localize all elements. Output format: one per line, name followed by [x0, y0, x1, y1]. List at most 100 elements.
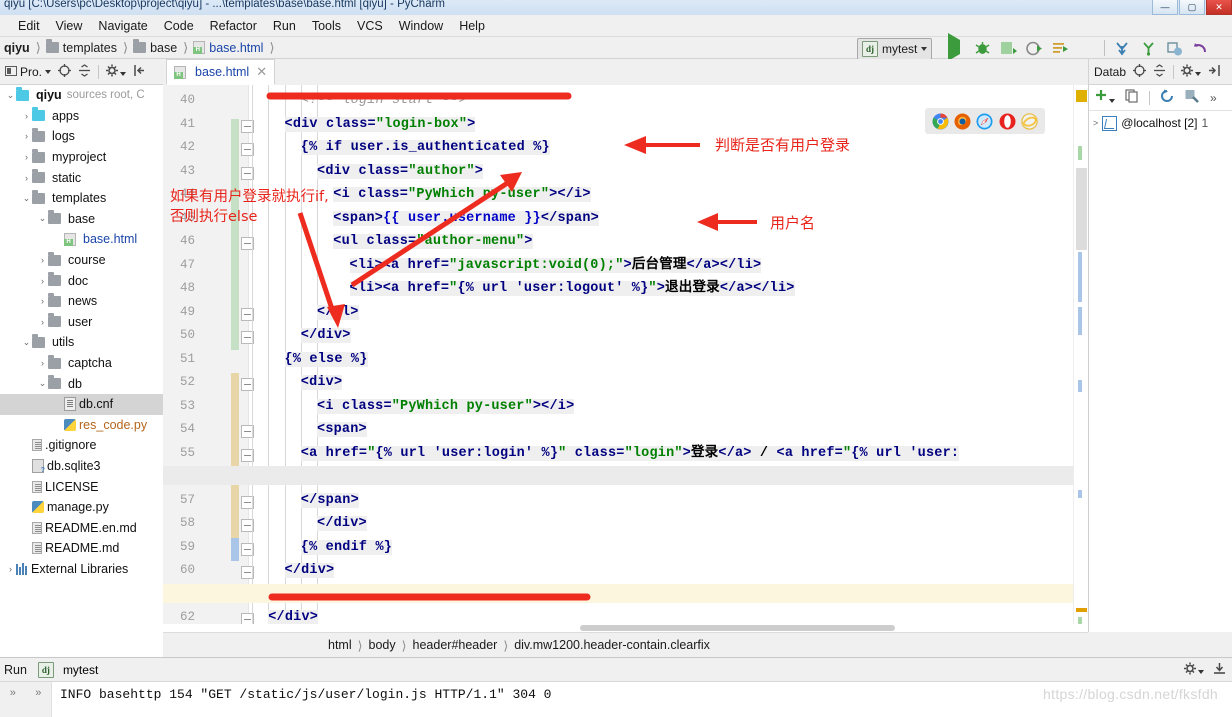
tree-item-apps[interactable]: › apps — [0, 106, 163, 127]
chevron-down-icon[interactable]: ⌄ — [37, 378, 48, 389]
vcs-history-icon[interactable] — [1166, 40, 1183, 57]
breadcrumb-item-templates[interactable]: templates ⟩ — [45, 39, 133, 56]
expand-right-icon[interactable]: » — [35, 687, 41, 699]
expand-arrow-icon[interactable]: > — [1093, 118, 1098, 128]
menu-vcs[interactable]: VCS — [349, 17, 391, 35]
database-tool-window[interactable]: » > @localhost [2] 1 — [1088, 85, 1232, 632]
run-configuration-selector[interactable]: dj mytest — [857, 38, 933, 60]
chrome-icon[interactable] — [932, 113, 949, 130]
vcs-commit-icon[interactable] — [1140, 40, 1157, 57]
rerun-icon[interactable] — [1052, 40, 1069, 57]
collapse-all-icon[interactable] — [1153, 63, 1166, 80]
chevron-right-icon[interactable]: › — [21, 111, 32, 121]
firefox-icon[interactable] — [954, 113, 971, 130]
chevron-right-icon[interactable]: › — [37, 358, 48, 368]
chevron-down-icon[interactable]: ⌄ — [5, 90, 16, 101]
editor-code-area[interactable]: <!-- login start --> <div class="login-bo… — [248, 85, 1088, 632]
ie-icon[interactable] — [1021, 112, 1038, 130]
safari-icon[interactable] — [976, 113, 993, 130]
tree-item-manage-py[interactable]: · manage.py — [0, 497, 163, 518]
chevron-right-icon[interactable]: · — [21, 543, 32, 553]
menu-edit[interactable]: Edit — [10, 17, 48, 35]
add-icon[interactable] — [1095, 89, 1115, 106]
close-icon[interactable]: ✕ — [256, 64, 267, 80]
run-tab-mytest[interactable]: dj mytest — [33, 660, 103, 680]
tree-item-readme-md[interactable]: · README.md — [0, 538, 163, 559]
minimize-button[interactable]: — — [1152, 0, 1178, 15]
close-button[interactable]: ✕ — [1206, 0, 1232, 15]
editor-hscroll-thumb[interactable] — [580, 625, 895, 631]
menu-run[interactable]: Run — [265, 17, 304, 35]
tree-item-doc[interactable]: › doc — [0, 270, 163, 291]
tree-item-logs[interactable]: › logs — [0, 126, 163, 147]
project-tree[interactable]: ⌄ qiyu sources root, C › apps › logs › myproject… — [0, 85, 164, 657]
chevron-right-icon[interactable]: › — [5, 564, 16, 574]
chevron-right-icon[interactable]: · — [53, 420, 64, 430]
run-icon[interactable] — [948, 32, 965, 61]
undo-icon[interactable] — [1192, 40, 1209, 57]
chevron-right-icon[interactable]: · — [21, 461, 32, 471]
tree-item-base[interactable]: ⌄ base — [0, 209, 163, 230]
menu-view[interactable]: View — [48, 17, 91, 35]
chevron-right-icon[interactable]: › — [21, 131, 32, 141]
chevron-right-icon[interactable]: › — [37, 255, 48, 265]
settings-icon[interactable] — [1181, 64, 1202, 80]
tree-item-templates[interactable]: ⌄ templates — [0, 188, 163, 209]
menu-navigate[interactable]: Navigate — [90, 17, 155, 35]
profile-icon[interactable] — [1026, 40, 1043, 57]
menu-code[interactable]: Code — [156, 17, 202, 35]
tree-item-external-libraries[interactable]: › External Libraries — [0, 559, 163, 580]
code-editor[interactable]: 4041424344454647484950515253545556575859… — [163, 85, 1088, 632]
vcs-update-icon[interactable] — [1114, 40, 1131, 57]
chevron-right-icon[interactable]: › — [21, 173, 32, 183]
project-tool-window-button[interactable]: Pro. — [5, 65, 52, 79]
collapse-all-icon[interactable] — [78, 63, 91, 80]
chevron-right-icon[interactable]: › — [37, 296, 48, 306]
editor-gutter[interactable]: 4041424344454647484950515253545556575859… — [163, 85, 254, 632]
chevron-right-icon[interactable]: · — [53, 234, 64, 244]
gear-icon[interactable] — [1184, 662, 1204, 678]
tree-item-captcha[interactable]: › captcha — [0, 353, 163, 374]
hide-panel-icon[interactable] — [133, 64, 146, 80]
breadcrumb-item-qiyu[interactable]: qiyu ⟩ — [4, 40, 46, 56]
coverage-icon[interactable] — [1000, 40, 1017, 57]
chevron-down-icon[interactable]: ⌄ — [21, 193, 32, 204]
tree-item-myproject[interactable]: › myproject — [0, 147, 163, 168]
run-label[interactable]: Run — [4, 663, 27, 677]
menu-refactor[interactable]: Refactor — [202, 17, 265, 35]
menu-help[interactable]: Help — [451, 17, 493, 35]
tree-item-news[interactable]: › news — [0, 291, 163, 312]
chevron-right-icon[interactable]: · — [21, 440, 32, 450]
expand-left-icon[interactable]: » — [10, 687, 16, 699]
chevron-right-icon[interactable]: · — [21, 502, 32, 512]
tree-item-db[interactable]: ⌄ db — [0, 373, 163, 394]
chevron-right-icon[interactable]: · — [21, 523, 32, 533]
tree-item-user[interactable]: › user — [0, 312, 163, 333]
chevron-right-icon[interactable]: · — [53, 399, 64, 409]
menu-window[interactable]: Window — [391, 17, 451, 35]
tree-item-base-html[interactable]: · base.html — [0, 229, 163, 250]
database-data-source-row[interactable]: > @localhost [2] 1 — [1089, 113, 1232, 133]
chevron-down-icon[interactable]: ⌄ — [21, 337, 32, 348]
tree-item-gitignore[interactable]: · .gitignore — [0, 435, 163, 456]
chevron-down-icon[interactable]: ⌄ — [37, 213, 48, 224]
stop-icon[interactable] — [1078, 40, 1095, 57]
tree-item-qiyu[interactable]: ⌄ qiyu sources root, C — [0, 85, 163, 106]
minimize-icon[interactable] — [1213, 662, 1226, 678]
tree-item-license[interactable]: · LICENSE — [0, 476, 163, 497]
tree-item-db-cnf[interactable]: · db.cnf — [0, 393, 163, 415]
tree-item-readme-en-md[interactable]: · README.en.md — [0, 517, 163, 538]
opera-icon[interactable] — [999, 113, 1016, 130]
menu-tools[interactable]: Tools — [304, 17, 349, 35]
more-icon[interactable]: » — [1210, 91, 1217, 105]
tab-base-html[interactable]: base.html ✕ — [166, 59, 276, 85]
bcrumb-body[interactable]: body — [369, 638, 396, 652]
chevron-right-icon[interactable]: · — [21, 482, 32, 492]
target-icon[interactable] — [58, 63, 72, 80]
debug-icon[interactable] — [974, 40, 991, 57]
chevron-right-icon[interactable]: › — [37, 276, 48, 286]
chevron-right-icon[interactable]: › — [21, 152, 32, 162]
properties-icon[interactable] — [1185, 89, 1200, 106]
bcrumb-html[interactable]: html — [328, 638, 352, 652]
tree-item-utils[interactable]: ⌄ utils — [0, 332, 163, 353]
